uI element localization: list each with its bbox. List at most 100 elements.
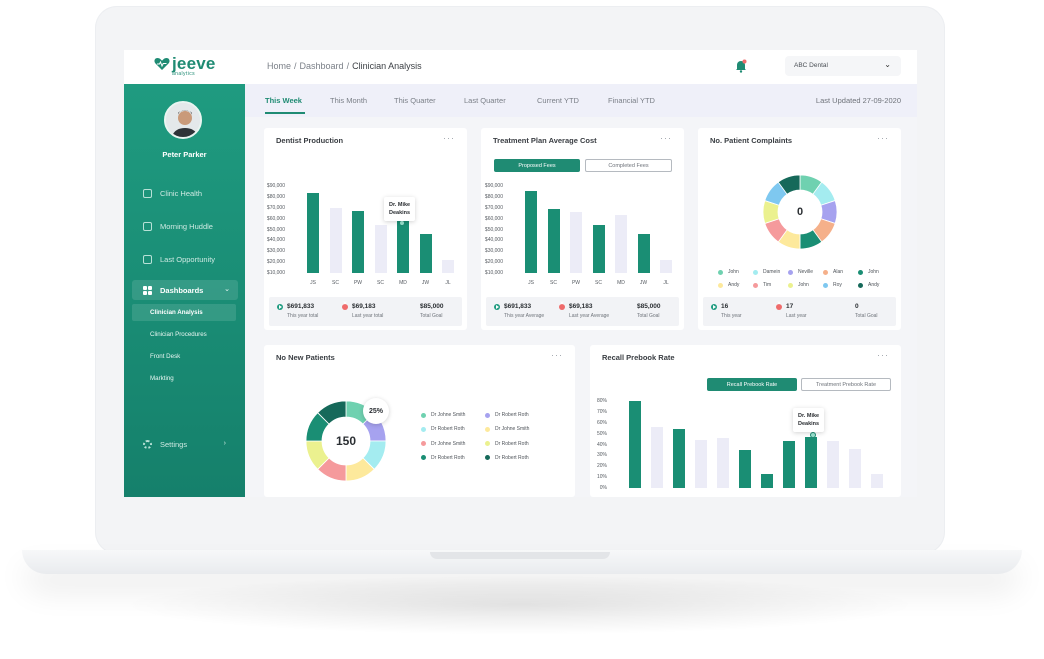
y-tick-label: $80,000 [266, 193, 285, 200]
legend-dot [718, 282, 723, 288]
stats-bar: 16 This year 17 Last year 0 Total Goal [703, 297, 896, 326]
treatment-plan-card: Treatment Plan Average Cost ··· Proposed… [481, 128, 684, 330]
bar[interactable] [629, 401, 641, 488]
sidebar-subitem-front-desk[interactable]: Front Desk [132, 348, 236, 365]
legend-item: Dr Robert Roth [421, 455, 465, 461]
more-options-icon[interactable]: ··· [877, 133, 889, 143]
stat-value: 16 [721, 303, 729, 310]
legend-item: Neville [788, 269, 813, 275]
sidebar-subitem-clinician-analysis[interactable]: Clinician Analysis [132, 304, 236, 321]
bar[interactable] [717, 437, 729, 488]
y-tick-label: $40,000 [266, 237, 285, 244]
stat-label: This year total [287, 313, 319, 319]
bar[interactable] [442, 259, 454, 273]
avatar[interactable] [164, 101, 202, 139]
bar[interactable] [660, 259, 672, 273]
gear-icon [143, 440, 152, 449]
bar[interactable] [307, 192, 319, 273]
legend-label: Dr Robert Roth [431, 454, 465, 461]
stat-label: Total Goal [855, 313, 878, 319]
clinic-select[interactable]: ABC Dental ⌄ [785, 56, 901, 76]
bar[interactable] [673, 429, 685, 488]
bar[interactable] [329, 207, 342, 273]
bar[interactable] [615, 215, 627, 273]
notification-bell-icon[interactable] [735, 59, 747, 73]
tooltip-line: Dr. Mike [798, 413, 820, 419]
sidebar-item-settings[interactable]: Settings › [143, 440, 238, 449]
sidebar-item-dashboards[interactable]: Dashboards ⌄ [132, 280, 238, 300]
legend-dot [858, 282, 863, 288]
tab-financial-ytd[interactable]: Financial YTD [608, 96, 655, 105]
bar[interactable] [849, 448, 861, 488]
y-tick-label: 60% [596, 419, 607, 426]
chevron-right-icon: › [223, 440, 226, 447]
stat-label: Total Goal [420, 313, 443, 319]
bar[interactable] [805, 436, 817, 488]
stat-this-year: 16 This year [711, 303, 742, 319]
bar[interactable] [525, 191, 537, 273]
bar[interactable] [739, 449, 751, 488]
stat-label: Total Goal [637, 313, 660, 319]
app-screen: jeeve analytics Home / Dashboard / Clini… [124, 50, 917, 497]
bar[interactable] [592, 225, 605, 273]
last-opportunity-icon [143, 254, 152, 264]
chevron-down-icon: ⌄ [884, 60, 891, 69]
legend-dot [858, 269, 863, 275]
more-options-icon[interactable]: ··· [551, 350, 563, 360]
stat-label: This year [721, 313, 742, 319]
legend-dot [788, 282, 793, 288]
trend-down-icon [559, 301, 565, 310]
tab-this-quarter[interactable]: This Quarter [394, 96, 436, 105]
x-tick-label: PW [353, 280, 363, 286]
legend-dot [753, 269, 758, 275]
bar[interactable] [761, 473, 773, 488]
bar[interactable] [352, 211, 364, 273]
breadcrumb-dashboard[interactable]: Dashboard [300, 61, 344, 71]
legend-item: Roy [823, 282, 842, 288]
bar[interactable] [651, 427, 663, 488]
recall-prebook-chart: 80% 70% 60% 50% 40% 30% 20% 10% 0% [590, 345, 901, 497]
legend-label: Dr Robert Roth [495, 440, 529, 447]
sidebar-item-clinic-health[interactable]: Clinic Health [143, 186, 238, 200]
tooltip-line: Dr. Mike [389, 202, 411, 208]
logo[interactable]: jeeve [154, 55, 216, 72]
legend-dot [421, 441, 426, 447]
stats-bar: $691,833 This year Average $69,183 Last … [486, 297, 679, 326]
user-avatar-icon [166, 103, 200, 137]
trend-down-icon [342, 301, 348, 310]
tab-last-quarter[interactable]: Last Quarter [464, 96, 506, 105]
stat-value: $85,000 [637, 303, 661, 310]
bar[interactable] [695, 440, 707, 488]
sidebar-item-morning-huddle[interactable]: Morning Huddle [143, 219, 238, 233]
legend-item: Dr Robert Roth [485, 455, 529, 461]
bar[interactable] [871, 473, 883, 488]
legend-dot [788, 269, 793, 275]
legend-dot [718, 269, 723, 275]
tab-this-week[interactable]: This Week [265, 96, 302, 105]
bar[interactable] [783, 441, 795, 488]
bar[interactable] [570, 212, 582, 273]
legend-label: John [728, 269, 739, 275]
stat-label: This year Average [504, 313, 545, 319]
sidebar-item-last-opportunity[interactable]: Last Opportunity [143, 252, 238, 266]
y-tick-label: 70% [596, 408, 607, 415]
bar[interactable] [374, 225, 387, 273]
tab-this-month[interactable]: This Month [330, 96, 367, 105]
tab-current-ytd[interactable]: Current YTD [537, 96, 579, 105]
bar[interactable] [827, 441, 839, 488]
sidebar-subitem-markting[interactable]: Markting [132, 370, 236, 387]
donut-center-value: 150 [335, 434, 357, 448]
bar[interactable] [637, 233, 650, 273]
bar[interactable] [547, 208, 560, 273]
legend-label: Andy [868, 282, 880, 288]
tooltip-marker [810, 432, 816, 438]
legend-dot [485, 441, 490, 447]
recall-prebook-card: Recall Prebook Rate ··· Recall Prebook R… [590, 345, 901, 497]
breadcrumb-home[interactable]: Home [267, 61, 291, 71]
sidebar-subitem-clinician-procedures[interactable]: Clinician Procedures [132, 326, 236, 343]
y-tick-label: $10,000 [266, 270, 285, 276]
legend-label: Damein [763, 269, 781, 275]
trend-down-icon [776, 301, 782, 310]
bar[interactable] [419, 233, 432, 273]
legend-item: Damein [753, 269, 780, 275]
